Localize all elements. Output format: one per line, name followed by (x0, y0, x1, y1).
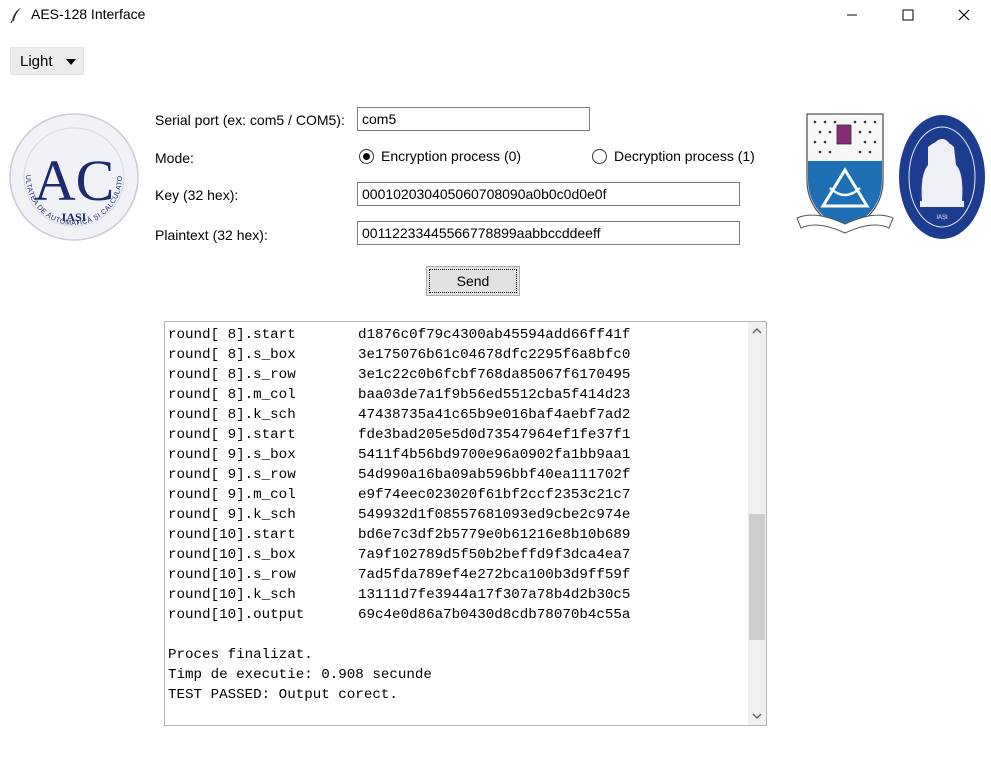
output-line-value: bd6e7c3df2b5779e0b61216e8b10b689 (358, 527, 631, 543)
key-label: Key (32 hex): (155, 187, 239, 203)
output-line: round[ 9].m_col e9f74eec023020f61bf2ccf23… (168, 485, 746, 505)
serial-port-label: Serial port (ex: com5 / COM5): (155, 112, 345, 128)
scroll-up-button[interactable] (748, 322, 766, 340)
output-line-value: baa03de7a1f9b56ed5512cba5f414d23 (358, 387, 631, 403)
decryption-radio-label: Decryption process (1) (614, 148, 755, 164)
output-line: round[ 8].k_sch 47438735a41c65b9e016baf4a… (168, 405, 746, 425)
encryption-radio[interactable]: Encryption process (0) (359, 148, 521, 164)
serial-port-input[interactable] (357, 107, 590, 131)
plaintext-label: Plaintext (32 hex): (155, 227, 268, 243)
output-line-label: round[10].output (168, 607, 305, 623)
output-line: round[ 9].start fde3bad205e5d0d73547964ef… (168, 425, 746, 445)
maximize-button[interactable] (880, 0, 936, 30)
output-line-value: 7ad5fda789ef4e272bca100b3d9ff59f (358, 567, 631, 583)
output-line-label: Timp de executie: 0.908 secunde (168, 667, 432, 683)
close-button[interactable] (936, 0, 991, 30)
output-line-value: 7a9f102789d5f50b2beffd9f3dca4ea7 (358, 547, 631, 563)
output-line-value: 13111d7fe3944a17f307a78b4d2b30c5 (358, 587, 631, 603)
minimize-icon (847, 14, 857, 16)
output-text-area[interactable]: round[ 8].start d1876c0f79c4300ab45594add… (164, 321, 767, 726)
scrollbar-thumb[interactable] (749, 513, 765, 640)
chevron-up-icon (752, 328, 762, 334)
output-line-value: e9f74eec023020f61bf2ccf2353c21c7 (358, 487, 631, 503)
output-line-label: round[ 8].k_sch (168, 407, 296, 423)
minimize-button[interactable] (824, 0, 880, 30)
output-line: round[10].k_sch 13111d7fe3944a17f307a78b4… (168, 585, 746, 605)
output-line-value: 3e175076b61c04678dfc2295f6a8bfc0 (358, 347, 631, 363)
vertical-scrollbar[interactable] (748, 322, 766, 725)
output-line: round[ 9].k_sch 549932d1f08557681093ed9cb… (168, 505, 746, 525)
output-line-label: round[ 9].s_row (168, 467, 296, 483)
theme-menu[interactable]: Light (10, 47, 84, 75)
output-line-label: round[ 8].s_box (168, 347, 296, 363)
output-line-label: round[ 9].m_col (168, 487, 296, 503)
chevron-down-icon (752, 713, 762, 719)
send-button[interactable]: Send (426, 266, 520, 296)
output-line-label: round[10].start (168, 527, 296, 543)
output-log[interactable]: round[ 8].start d1876c0f79c4300ab45594add… (168, 325, 746, 723)
output-line-label: round[10].s_row (168, 567, 296, 583)
decryption-radio-indicator[interactable] (592, 148, 607, 164)
output-line: TEST PASSED: Output corect. (168, 685, 746, 705)
output-line-label: round[ 9].s_box (168, 447, 296, 463)
output-line-label: round[ 9].k_sch (168, 507, 296, 523)
output-line-label: round[ 8].m_col (168, 387, 296, 403)
key-input[interactable] (357, 182, 740, 206)
chevron-down-icon (66, 59, 76, 65)
window-title: AES-128 Interface (31, 6, 146, 22)
scroll-down-button[interactable] (748, 707, 766, 725)
title-bar: AES-128 Interface (0, 0, 991, 30)
university-shield-logo (795, 110, 895, 245)
output-line: round[10].s_row 7ad5fda789ef4e272bca100b3… (168, 565, 746, 585)
maximize-icon (902, 9, 914, 21)
output-line-value: 69c4e0d86a7b0430d8cdb78070b4c55a (358, 607, 631, 623)
output-line-value: 54d990a16ba09ab596bbf40ea111702f (358, 467, 631, 483)
output-line-label: round[10].k_sch (168, 587, 296, 603)
output-line-label: round[ 8].s_row (168, 367, 296, 383)
output-line: round[ 8].m_col baa03de7a1f9b56ed5512cba5… (168, 385, 746, 405)
encryption-radio-label: Encryption process (0) (381, 148, 522, 164)
output-line: Proces finalizat. (168, 645, 746, 665)
output-line-value: fde3bad205e5d0d73547964ef1fe37f1 (358, 427, 631, 443)
output-line: round[10].start bd6e7c3df2b5779e0b61216e8… (168, 525, 746, 545)
output-line-value: 3e1c22c0b6fcbf768da85067f6170495 (358, 367, 631, 383)
logo-letters: AC (34, 148, 115, 213)
output-line: round[10].s_box 7a9f102789d5f50b2beffd9f3… (168, 545, 746, 565)
close-icon (958, 9, 970, 21)
plaintext-input[interactable] (357, 221, 740, 245)
output-line-value: 5411f4b56bd9700e96a0902fa1bb9aa1 (358, 447, 631, 463)
output-line: Timp de executie: 0.908 secunde (168, 665, 746, 685)
output-line-value: d1876c0f79c4300ab45594add66ff41f (358, 327, 631, 343)
output-line: round[ 8].s_row 3e1c22c0b6fcbf768da85067f… (168, 365, 746, 385)
output-line: round[10].output 69c4e0d86a7b0430d8cdb780… (168, 605, 746, 625)
decryption-radio[interactable]: Decryption process (1) (592, 148, 755, 164)
encryption-radio-indicator[interactable] (359, 148, 374, 164)
output-line-label: Proces finalizat. (168, 647, 313, 663)
ac-faculty-logo: AC IAȘI FACULTATEA DE AUTOMATICĂ ȘI CALC… (5, 107, 140, 242)
mode-label: Mode: (155, 150, 194, 166)
output-line-value: 549932d1f08557681093ed9cbe2c974e (358, 507, 631, 523)
seal-city: IAȘI (936, 215, 948, 221)
output-line: round[ 8].start d1876c0f79c4300ab45594add… (168, 325, 746, 345)
output-line-label: TEST PASSED: Output corect. (168, 687, 398, 703)
output-line-label: round[ 9].start (168, 427, 296, 443)
output-line-label: round[ 8].start (168, 327, 296, 343)
theme-menu-value: Light (20, 52, 53, 70)
output-line-value: 47438735a41c65b9e016baf4aebf7ad2 (358, 407, 631, 423)
feather-icon (8, 6, 26, 24)
output-line: round[ 9].s_row 54d990a16ba09ab596bbf40ea… (168, 465, 746, 485)
output-line-label: round[10].s_box (168, 547, 296, 563)
tuiasi-seal-logo: IAȘI (898, 113, 986, 241)
output-line: round[ 8].s_box 3e175076b61c04678dfc2295f… (168, 345, 746, 365)
output-line: round[ 9].s_box 5411f4b56bd9700e96a0902fa… (168, 445, 746, 465)
